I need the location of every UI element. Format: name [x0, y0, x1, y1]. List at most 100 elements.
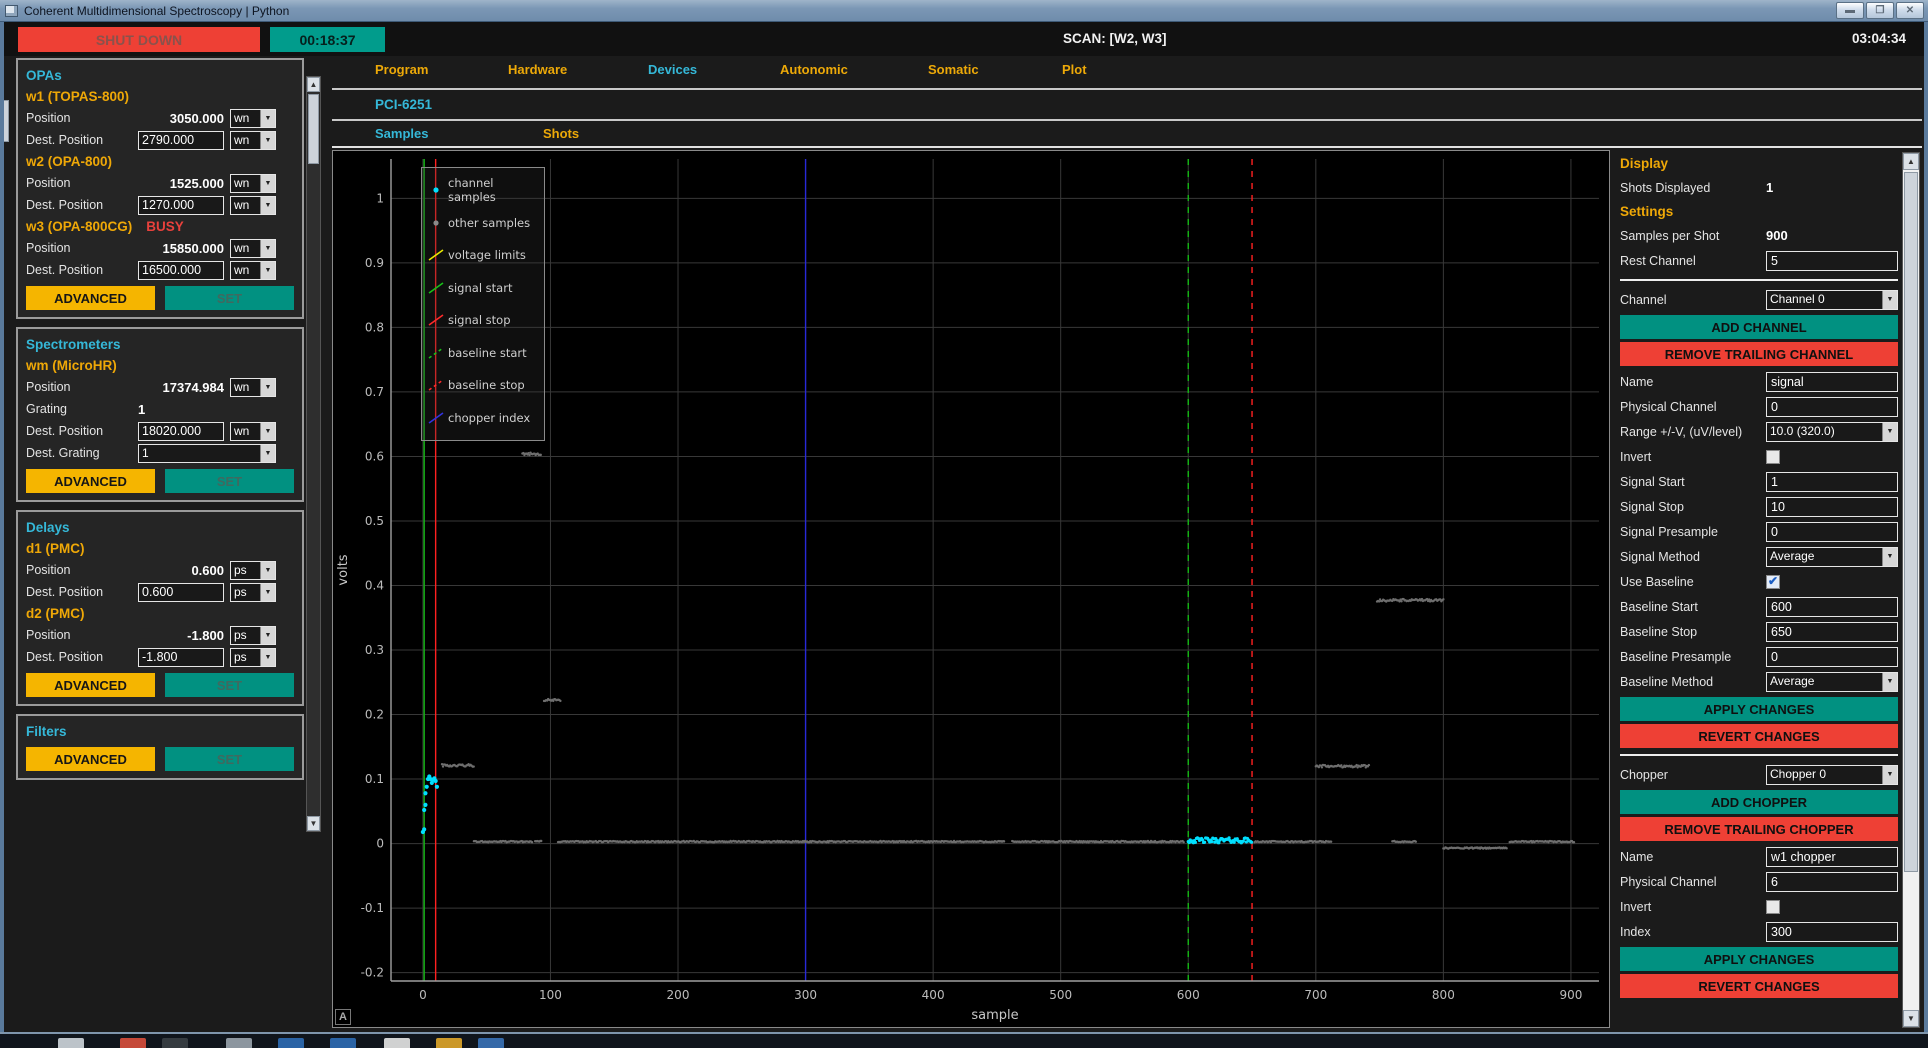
minimize-button[interactable]: ▬	[1836, 2, 1864, 19]
apply-channel-changes-button[interactable]: APPLY CHANGES	[1620, 697, 1898, 721]
revert-chopper-changes-button[interactable]: REVERT CHANGES	[1620, 974, 1898, 998]
tab-samples[interactable]: Samples	[375, 126, 428, 141]
scroll-down-icon[interactable]: ▼	[307, 816, 320, 831]
d1-units-select[interactable]: ps▼	[230, 561, 276, 580]
opas-panel: OPAs w1 (TOPAS-800) Position 3050.000 wn…	[16, 58, 304, 319]
w1-units-select[interactable]: wn▼	[230, 109, 276, 128]
menu-item-autonomic[interactable]: Autonomic	[780, 62, 848, 77]
wm-dest-grating-select[interactable]: 1▼	[138, 444, 276, 463]
scroll-up-icon[interactable]: ▲	[307, 77, 320, 92]
rest-channel-input[interactable]	[1766, 251, 1898, 271]
chopper-invert-checkbox[interactable]	[1766, 900, 1780, 914]
svg-text:0.1: 0.1	[365, 772, 384, 786]
add-channel-button[interactable]: ADD CHANNEL	[1620, 315, 1898, 339]
filters-advanced-button[interactable]: ADVANCED	[26, 747, 155, 771]
taskbar-icon[interactable]	[162, 1038, 188, 1048]
d1-dest-position-input[interactable]	[138, 583, 224, 602]
w1-dest-units-select[interactable]: wn▼	[230, 131, 276, 150]
main-menu: Program Hardware Devices Autonomic Somat…	[330, 62, 1330, 82]
taskbar-icon[interactable]	[58, 1038, 84, 1048]
chopper-physical-channel-input[interactable]	[1766, 872, 1898, 892]
scrollbar-thumb[interactable]	[308, 94, 319, 164]
signal-start-input[interactable]	[1766, 472, 1898, 492]
tab-shots[interactable]: Shots	[543, 126, 579, 141]
use-baseline-checkbox[interactable]	[1766, 575, 1780, 589]
d2-dest-position-input[interactable]	[138, 648, 224, 667]
w3-dest-units-select[interactable]: wn▼	[230, 261, 276, 280]
w3-units-select[interactable]: wn▼	[230, 239, 276, 258]
chopper-name-input[interactable]	[1766, 847, 1898, 867]
menu-item-somatic[interactable]: Somatic	[928, 62, 979, 77]
add-chopper-button[interactable]: ADD CHOPPER	[1620, 790, 1898, 814]
signal-stop-input[interactable]	[1766, 497, 1898, 517]
device-tab-bar: PCI-6251	[375, 96, 432, 114]
baseline-stop-input[interactable]	[1766, 622, 1898, 642]
spectrometers-advanced-button[interactable]: ADVANCED	[26, 469, 155, 493]
field-row: Position 0.600 ps▼	[26, 559, 294, 581]
chopper-select[interactable]: Chopper 0▼	[1766, 765, 1898, 785]
settings-scrollbar[interactable]: ▲ ▼	[1902, 152, 1920, 1028]
field-label: Position	[26, 111, 132, 125]
field-label: Dest. Position	[26, 424, 132, 438]
delays-advanced-button[interactable]: ADVANCED	[26, 673, 155, 697]
scrollbar-thumb[interactable]	[1904, 172, 1918, 872]
device-tab-pci6251[interactable]: PCI-6251	[375, 97, 432, 112]
d2-dest-units-select[interactable]: ps▼	[230, 648, 276, 667]
revert-channel-changes-button[interactable]: REVERT CHANGES	[1620, 724, 1898, 748]
w3-dest-position-input[interactable]	[138, 261, 224, 280]
taskbar-icon[interactable]	[278, 1038, 304, 1048]
chopper-index-input[interactable]	[1766, 922, 1898, 942]
close-button[interactable]: ✕	[1896, 2, 1924, 19]
menu-item-program[interactable]: Program	[375, 62, 428, 77]
baseline-method-select[interactable]: Average▼	[1766, 672, 1898, 692]
range-select[interactable]: 10.0 (320.0)▼	[1766, 422, 1898, 442]
delays-set-button[interactable]: SET	[165, 673, 294, 697]
menu-item-devices[interactable]: Devices	[648, 62, 697, 77]
remove-trailing-channel-button[interactable]: REMOVE TRAILING CHANNEL	[1620, 342, 1898, 366]
invert-checkbox[interactable]	[1766, 450, 1780, 464]
w1-dest-position-input[interactable]	[138, 131, 224, 150]
wm-dest-units-select[interactable]: wn▼	[230, 422, 276, 441]
section-header-delays: Delays	[26, 517, 294, 538]
plot-canvas[interactable]: -0.2-0.100.10.20.30.40.50.60.70.80.91010…	[332, 150, 1610, 1028]
w2-dest-position-input[interactable]	[138, 196, 224, 215]
taskbar-icon[interactable]	[384, 1038, 410, 1048]
baseline-start-input[interactable]	[1766, 597, 1898, 617]
svg-text:100: 100	[539, 988, 562, 1002]
taskbar-icon[interactable]	[436, 1038, 462, 1048]
channel-name-input[interactable]	[1766, 372, 1898, 392]
d1-dest-units-select[interactable]: ps▼	[230, 583, 276, 602]
sidebar-scrollbar[interactable]: ▲ ▼	[306, 76, 321, 832]
signal-method-select[interactable]: Average▼	[1766, 547, 1898, 567]
svg-text:0: 0	[419, 988, 427, 1002]
shutdown-button[interactable]: SHUT DOWN	[18, 27, 260, 52]
restore-button[interactable]: ❐	[1866, 2, 1894, 19]
scroll-up-icon[interactable]: ▲	[1903, 153, 1919, 170]
remove-trailing-chopper-button[interactable]: REMOVE TRAILING CHOPPER	[1620, 817, 1898, 841]
w2-units-select[interactable]: wn▼	[230, 174, 276, 193]
spectrometers-set-button[interactable]: SET	[165, 469, 294, 493]
signal-presample-input[interactable]	[1766, 522, 1898, 542]
taskbar-icon[interactable]	[120, 1038, 146, 1048]
svg-text:0.4: 0.4	[365, 578, 384, 592]
scroll-down-icon[interactable]: ▼	[1903, 1010, 1919, 1027]
wm-units-select[interactable]: wn▼	[230, 378, 276, 397]
wm-dest-position-input[interactable]	[138, 422, 224, 441]
filters-set-button[interactable]: SET	[165, 747, 294, 771]
apply-chopper-changes-button[interactable]: APPLY CHANGES	[1620, 947, 1898, 971]
baseline-presample-input[interactable]	[1766, 647, 1898, 667]
taskbar-icon[interactable]	[330, 1038, 356, 1048]
menu-item-hardware[interactable]: Hardware	[508, 62, 567, 77]
taskbar-icon[interactable]	[226, 1038, 252, 1048]
physical-channel-input[interactable]	[1766, 397, 1898, 417]
w2-dest-units-select[interactable]: wn▼	[230, 196, 276, 215]
svg-text:500: 500	[1049, 988, 1072, 1002]
channel-select[interactable]: Channel 0▼	[1766, 290, 1898, 310]
menu-item-plot[interactable]: Plot	[1062, 62, 1087, 77]
d2-units-select[interactable]: ps▼	[230, 626, 276, 645]
opas-advanced-button[interactable]: ADVANCED	[26, 286, 155, 310]
opas-set-button[interactable]: SET	[165, 286, 294, 310]
taskbar-icon[interactable]	[478, 1038, 504, 1048]
autorange-button[interactable]: A	[335, 1009, 351, 1025]
display-header: Display	[1620, 152, 1898, 175]
